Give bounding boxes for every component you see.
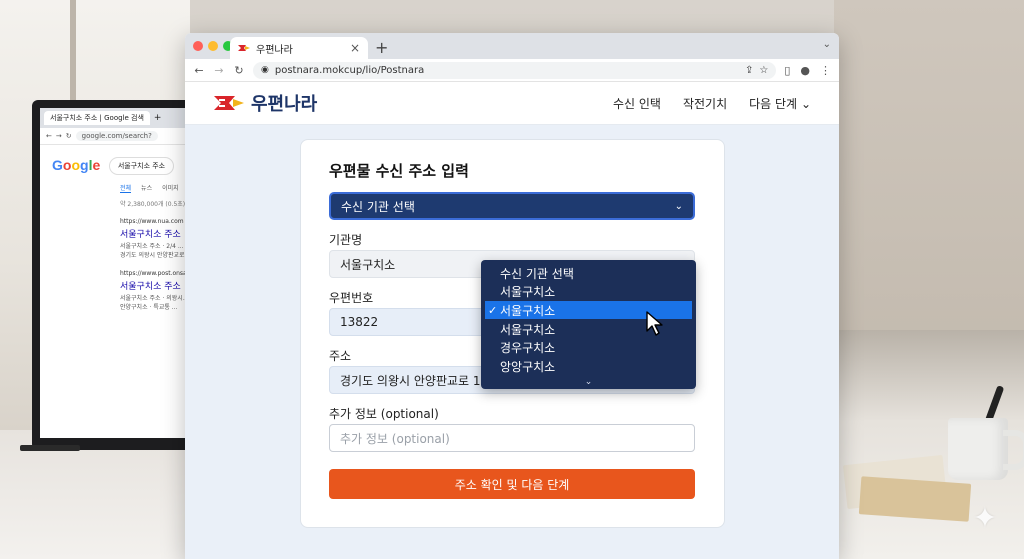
google-logo: Google bbox=[52, 157, 101, 173]
minimize-window-icon[interactable] bbox=[208, 41, 218, 51]
left-tabbar: 서울구치소 주소 | Google 검색 + bbox=[40, 108, 200, 128]
address-bar[interactable]: ◉ postnara.mokcup/lio/Postnara ⇪ ☆ bbox=[253, 61, 777, 79]
dropdown-option[interactable]: 수신 기관 선택 bbox=[485, 264, 692, 282]
close-tab-icon[interactable]: × bbox=[350, 41, 360, 55]
postnara-logo-icon bbox=[214, 96, 244, 110]
address-value: 경기도 의왕시 안양판교로 143 bbox=[340, 373, 496, 388]
dropdown-option-label: 서울구치소 bbox=[500, 284, 556, 299]
form-title: 우편물 수신 주소 입력 bbox=[329, 162, 469, 180]
sidebar-icon[interactable]: ▯ bbox=[784, 64, 790, 77]
postal-code-value: 13822 bbox=[340, 315, 379, 329]
dropdown-option-label: 경우구치소 bbox=[500, 340, 556, 355]
check-icon: ✓ bbox=[488, 303, 498, 317]
chevron-down-icon: ⌄ bbox=[674, 200, 683, 212]
site-nav: 수신 인택 작전기치 다음 단계 ⌄ bbox=[613, 95, 811, 112]
google-tab-images[interactable]: 이미지 bbox=[162, 183, 179, 193]
envelope bbox=[858, 476, 972, 522]
mug bbox=[948, 418, 1008, 480]
browser-tab[interactable]: 우편나라 × bbox=[230, 37, 368, 59]
brand[interactable]: 우편나라 bbox=[213, 90, 317, 116]
dropdown-option[interactable]: 앙앙구치소 bbox=[485, 357, 692, 375]
url-text[interactable]: postnara.mokcup/lio/Postnara bbox=[275, 65, 739, 76]
extra-info-field[interactable]: 추가 정보 (optional) bbox=[329, 424, 695, 452]
sparkle-icon: ✦ bbox=[972, 501, 998, 536]
dropdown-option[interactable]: 경우구치소 bbox=[485, 338, 692, 356]
reload-icon[interactable]: ↻ bbox=[233, 64, 245, 77]
chevron-down-icon: ⌄ bbox=[800, 96, 811, 111]
postal-code-label: 우편번호 bbox=[329, 291, 374, 305]
arrow-right-icon[interactable]: → bbox=[213, 64, 225, 77]
profile-icon[interactable]: ● bbox=[800, 64, 810, 77]
star-icon[interactable]: ☆ bbox=[759, 65, 768, 76]
monitor-stand bbox=[20, 445, 80, 451]
google-tab-news[interactable]: 뉴스 bbox=[141, 183, 152, 193]
tab-list-chevron-icon[interactable]: ⌄ bbox=[823, 39, 831, 50]
share-icon[interactable]: ⇪ bbox=[745, 65, 753, 76]
site-header: 우편나라 수신 인택 작전기치 다음 단계 ⌄ bbox=[185, 82, 839, 125]
dropdown-option-label: 수신 기관 선택 bbox=[500, 266, 574, 281]
left-monitor-screen: 서울구치소 주소 | Google 검색 + ← → ↻ google.com/… bbox=[40, 108, 200, 438]
page-content: 우편나라 수신 인택 작전기치 다음 단계 ⌄ 우편물 수신 주소 입력 수신 … bbox=[185, 82, 839, 559]
mug-handle bbox=[1003, 430, 1024, 470]
address-label: 주소 bbox=[329, 349, 352, 363]
org-select[interactable]: 수신 기관 선택 ⌄ bbox=[329, 192, 695, 220]
dropdown-option-label: 앙앙구치소 bbox=[500, 359, 556, 374]
left-forward-icon[interactable]: → bbox=[56, 132, 62, 140]
left-monitor: 서울구치소 주소 | Google 검색 + ← → ↻ google.com/… bbox=[32, 100, 200, 450]
dropdown-option[interactable]: 서울구치소 bbox=[485, 282, 692, 300]
toolbar-actions: ▯ ● ⋮ bbox=[784, 64, 831, 77]
browser-tab-title: 우편나라 bbox=[256, 44, 293, 56]
extra-info-placeholder: 추가 정보 (optional) bbox=[340, 431, 450, 446]
left-url[interactable]: google.com/search? bbox=[75, 131, 158, 141]
nav-item[interactable]: 수신 인택 bbox=[613, 95, 661, 112]
org-select-value: 수신 기관 선택 bbox=[341, 199, 415, 214]
extra-info-label: 추가 정보 (optional) bbox=[329, 407, 439, 421]
arrow-left-icon[interactable]: ← bbox=[193, 64, 205, 77]
submit-button[interactable]: 주소 확인 및 다음 단계 bbox=[329, 469, 695, 499]
kebab-menu-icon[interactable]: ⋮ bbox=[820, 64, 831, 77]
dropdown-option-label: 서울구치소 bbox=[500, 322, 556, 337]
browser-toolbar: ← → ↻ ◉ postnara.mokcup/lio/Postnara ⇪ ☆… bbox=[185, 59, 839, 82]
window-controls bbox=[193, 41, 233, 51]
browser-window: 우편나라 × + ⌄ ← → ↻ ◉ postnara.mokcup/lio/P… bbox=[185, 33, 839, 559]
left-newtab-icon[interactable]: + bbox=[154, 113, 162, 123]
left-back-icon[interactable]: ← bbox=[46, 132, 52, 140]
brand-name: 우편나라 bbox=[251, 94, 318, 115]
dropdown-option-label: 서울구치소 bbox=[500, 303, 556, 318]
postnara-favicon-icon bbox=[238, 45, 250, 51]
left-omnibox[interactable]: ← → ↻ google.com/search? bbox=[40, 128, 200, 145]
scroll-down-chevron-icon[interactable]: ⌄ bbox=[481, 377, 696, 387]
nav-item-label: 다음 단계 bbox=[749, 96, 798, 111]
google-search-input[interactable]: 서울구치소 주소 bbox=[108, 157, 175, 175]
mouse-cursor-icon bbox=[646, 311, 663, 336]
nav-item-next-step[interactable]: 다음 단계 ⌄ bbox=[749, 95, 811, 112]
org-label: 기관명 bbox=[329, 233, 363, 247]
lock-icon: ◉ bbox=[261, 65, 269, 75]
left-reload-icon[interactable]: ↻ bbox=[66, 132, 72, 140]
nav-item[interactable]: 작전기치 bbox=[683, 95, 727, 112]
close-window-icon[interactable] bbox=[193, 41, 203, 51]
org-name-value: 서울구치소 bbox=[340, 257, 396, 272]
new-tab-icon[interactable]: + bbox=[375, 38, 388, 57]
left-tab[interactable]: 서울구치소 주소 | Google 검색 bbox=[44, 111, 150, 125]
google-tab-all[interactable]: 전체 bbox=[120, 183, 132, 193]
tab-bar: 우편나라 × + ⌄ bbox=[185, 33, 839, 59]
